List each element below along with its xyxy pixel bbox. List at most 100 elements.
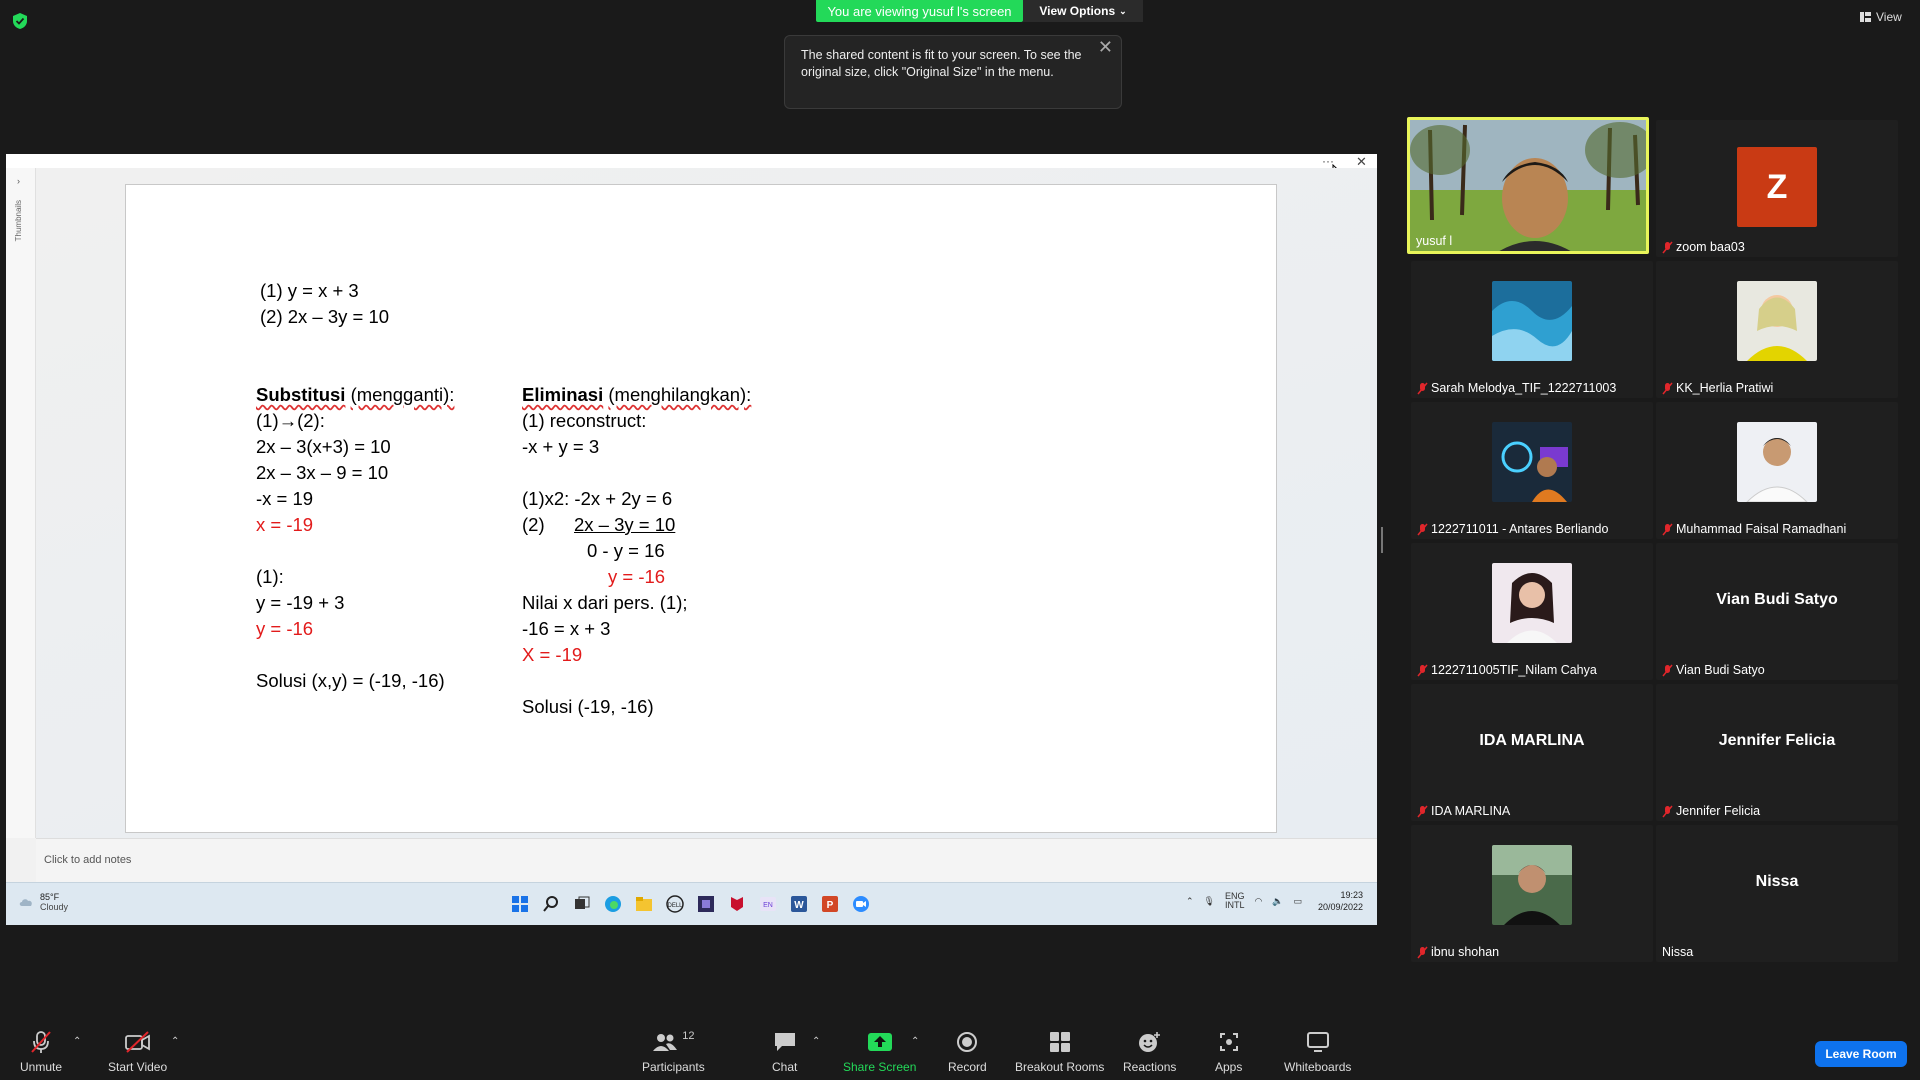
audio-options-caret-icon[interactable]: ⌃ — [73, 1036, 81, 1047]
participants-icon — [653, 1034, 678, 1051]
elim-line: -16 = x + 3 — [522, 618, 611, 639]
chevron-right-icon[interactable]: › — [17, 176, 20, 186]
participant-tile[interactable]: Jennifer Felicia Jennifer Felicia — [1656, 684, 1898, 821]
participant-tile[interactable]: Vian Budi Satyo Vian Budi Satyo — [1656, 543, 1898, 680]
participants-button[interactable]: 12 Participants — [642, 1030, 705, 1074]
participant-tile-active-speaker[interactable]: yusuf l — [1407, 117, 1649, 254]
participant-tile[interactable]: KK_Herlia Pratiwi — [1656, 261, 1898, 398]
muted-microphone-icon — [1417, 805, 1428, 817]
breakout-rooms-label: Breakout Rooms — [1015, 1060, 1105, 1074]
task-view-icon[interactable] — [573, 895, 591, 913]
share-options-caret-icon[interactable]: ⌃ — [911, 1036, 919, 1047]
subst-line: (1)→(2): — [256, 410, 325, 431]
participant-tile[interactable]: Sarah Melodya_TIF_1222711003 — [1411, 261, 1653, 398]
participant-tile[interactable]: IDA MARLINA IDA MARLINA — [1411, 684, 1653, 821]
svg-text:EN: EN — [763, 902, 773, 909]
muted-microphone-icon — [1417, 946, 1428, 958]
apps-button[interactable]: Apps — [1215, 1030, 1242, 1074]
breakout-rooms-icon — [1049, 1032, 1070, 1052]
thumbnails-panel[interactable] — [6, 168, 36, 838]
volume-icon[interactable]: 🔈 — [1272, 896, 1283, 907]
participant-name-text: IDA MARLINA — [1431, 804, 1511, 818]
subst-result-y: y = -16 — [256, 618, 314, 639]
leave-room-button[interactable]: Leave Room — [1815, 1041, 1907, 1067]
reactions-button[interactable]: Reactions — [1123, 1030, 1176, 1074]
participant-tile[interactable]: 1222711005TIF_Nilam Cahya — [1411, 543, 1653, 680]
participant-name: Jennifer Felicia — [1662, 804, 1760, 818]
video-off-icon — [124, 1031, 150, 1053]
participant-name: 1222711005TIF_Nilam Cahya — [1417, 663, 1597, 677]
notes-placeholder[interactable]: Click to add notes — [44, 854, 131, 866]
whiteboards-button[interactable]: Whiteboards — [1284, 1030, 1351, 1074]
record-button[interactable]: Record — [948, 1030, 987, 1074]
participant-name: Nissa — [1662, 945, 1693, 959]
close-icon[interactable]: ✕ — [1098, 38, 1113, 56]
participant-name-text: Vian Budi Satyo — [1676, 663, 1765, 677]
system-tray[interactable]: ⌃ 🎙 ENG INTL ◠ 🔈 ▭ — [1186, 892, 1302, 910]
zoom-icon[interactable] — [852, 895, 870, 913]
participant-name: Muhammad Faisal Ramadhani — [1662, 522, 1846, 536]
security-shield-icon[interactable] — [12, 12, 28, 30]
elimination-title: Eliminasi — [522, 384, 604, 405]
mcafee-icon[interactable] — [728, 895, 746, 913]
viewing-screen-banner: You are viewing yusuf l's screen — [816, 0, 1023, 22]
participant-name: Sarah Melodya_TIF_1222711003 — [1417, 381, 1616, 395]
elim-line: (2) — [522, 514, 545, 535]
weather-widget[interactable]: 85°F Cloudy — [18, 892, 68, 912]
breakout-rooms-button[interactable]: Breakout Rooms — [1015, 1030, 1104, 1074]
elim-line: (1) reconstruct: — [522, 410, 647, 431]
language-indicator[interactable]: ENG INTL — [1225, 892, 1245, 910]
search-icon[interactable] — [542, 895, 560, 913]
language-app-icon[interactable]: EN — [759, 895, 777, 913]
participant-tile[interactable]: Muhammad Faisal Ramadhani — [1656, 402, 1898, 539]
participant-tile[interactable]: ibnu shohan — [1411, 825, 1653, 962]
slide[interactable]: (1) y = x + 3 (2) 2x – 3y = 10 Substitus… — [125, 184, 1277, 833]
elimination-heading: Eliminasi (menghilangkan): — [522, 382, 751, 408]
participant-name: ibnu shohan — [1417, 945, 1499, 959]
video-options-caret-icon[interactable]: ⌃ — [171, 1036, 179, 1047]
file-explorer-icon[interactable] — [635, 895, 653, 913]
muted-microphone-icon — [1662, 241, 1673, 253]
word-icon[interactable]: W — [790, 895, 808, 913]
thumbnails-label: Thumbnails — [14, 200, 23, 242]
microphone-icon[interactable]: 🎙 — [1204, 896, 1215, 907]
chevron-up-icon[interactable]: ⌃ — [1186, 896, 1194, 907]
ppt-title-strip — [6, 154, 1377, 168]
edge-browser-icon[interactable] — [604, 895, 622, 913]
start-video-button[interactable]: Start Video — [108, 1030, 167, 1074]
participant-tile[interactable]: Nissa Nissa — [1656, 825, 1898, 962]
participant-tile[interactable]: Z zoom baa03 — [1656, 120, 1898, 257]
muted-microphone-icon — [1662, 805, 1673, 817]
weather-description: Cloudy — [40, 902, 69, 912]
battery-icon[interactable]: ▭ — [1294, 896, 1303, 907]
share-screen-label: Share Screen — [843, 1060, 917, 1074]
muted-microphone-icon — [1417, 664, 1428, 676]
muted-microphone-icon — [1662, 664, 1673, 676]
participant-name-text: Nissa — [1662, 945, 1694, 959]
taskbar-clock[interactable]: 19:23 20/09/2022 — [1318, 889, 1363, 913]
participant-tile[interactable]: 1222711011 - Antares Berliando — [1411, 402, 1653, 539]
windows-start-icon[interactable] — [511, 895, 529, 913]
participant-name-text: yusuf l — [1416, 234, 1453, 248]
notes-pane[interactable] — [36, 838, 1377, 882]
elim-line: Nilai x dari pers. (1); — [522, 592, 688, 613]
participant-photo — [1492, 422, 1572, 502]
subst-line: y = -19 + 3 — [256, 592, 345, 613]
whiteboards-label: Whiteboards — [1284, 1060, 1352, 1074]
view-options-button[interactable]: View Options ⌄ — [1023, 0, 1143, 22]
chat-button[interactable]: Chat — [772, 1030, 797, 1074]
equation-1: (1) y = x + 3 — [260, 280, 359, 301]
panel-resize-handle[interactable] — [1381, 527, 1383, 553]
share-screen-button[interactable]: Share Screen — [843, 1030, 916, 1074]
app-icon[interactable] — [697, 895, 715, 913]
unmute-button[interactable]: Unmute — [20, 1030, 62, 1074]
participant-name: Vian Budi Satyo — [1662, 663, 1765, 677]
view-button[interactable]: View — [1860, 10, 1902, 24]
reactions-icon — [1138, 1032, 1160, 1052]
wifi-icon[interactable]: ◠ — [1255, 896, 1263, 907]
participant-name-text: zoom baa03 — [1676, 240, 1745, 254]
chat-options-caret-icon[interactable]: ⌃ — [812, 1036, 820, 1047]
powerpoint-icon[interactable]: P — [821, 895, 839, 913]
substitution-title: Substitusi — [256, 384, 346, 405]
dell-icon[interactable]: DELL — [666, 895, 684, 913]
